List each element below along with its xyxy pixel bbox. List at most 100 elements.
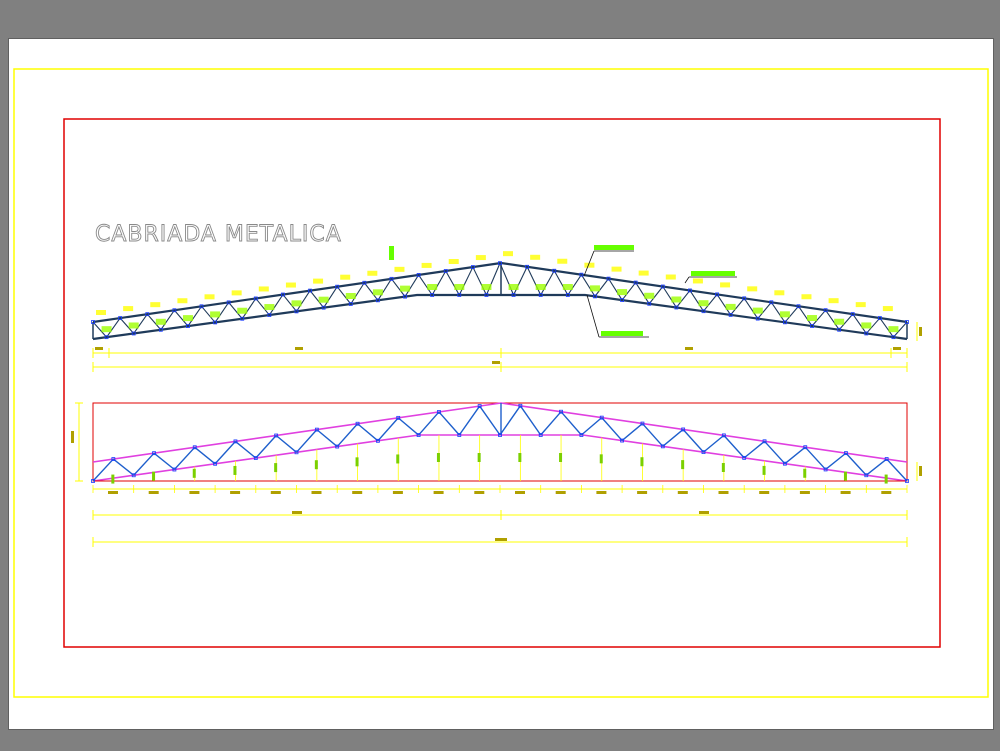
height-value <box>355 457 359 467</box>
yellow-plate-icon <box>340 274 351 280</box>
yellow-plate-icon <box>855 302 866 308</box>
web-diagonal <box>641 423 664 447</box>
web-diagonal <box>357 423 379 442</box>
dimension-value <box>759 491 770 494</box>
weld-annotation <box>861 322 872 329</box>
dimension-value <box>637 491 648 494</box>
yellow-plate-icon <box>665 274 676 280</box>
yellow-plate-icon <box>801 294 812 300</box>
weld-annotation <box>481 284 492 290</box>
weld-annotation <box>345 292 356 299</box>
yellow-plate-icon <box>503 251 513 257</box>
web-diagonal <box>194 446 216 465</box>
weld-annotation <box>101 326 112 333</box>
web-diagonal <box>336 423 359 448</box>
web-diagonal <box>743 440 765 459</box>
dimension-value <box>270 491 281 494</box>
web-diagonal <box>235 440 257 459</box>
dimension-value <box>515 491 525 494</box>
web-diagonal <box>445 270 460 296</box>
weld-annotation <box>210 311 221 318</box>
truss-elevation-view <box>91 245 922 372</box>
drawing-sheet: CABRIADA METALICA <box>8 38 994 730</box>
web-diagonal <box>703 434 725 453</box>
weld-annotation <box>237 307 248 314</box>
weld-annotation <box>644 292 655 299</box>
weld-annotation <box>372 289 383 296</box>
dimension-value <box>311 491 322 494</box>
envelope-outline <box>92 402 908 482</box>
weld-annotation <box>182 315 193 322</box>
web-diagonal <box>540 270 555 296</box>
height-value <box>762 465 766 475</box>
web-diagonal <box>418 411 440 436</box>
height-value <box>518 453 522 462</box>
dimension-value <box>893 347 901 350</box>
yellow-plate-icon <box>123 306 134 312</box>
weld-annotation <box>562 284 573 290</box>
web-diagonal <box>499 405 521 436</box>
yellow-plate-icon <box>421 262 432 268</box>
dimension-value <box>292 511 302 514</box>
web-diagonal <box>540 411 562 436</box>
dimension-value <box>189 491 200 494</box>
height-value <box>314 460 318 470</box>
dimension-value <box>677 491 688 494</box>
web-diagonal <box>153 452 175 471</box>
weld-annotation <box>725 303 736 310</box>
callout-label-chord <box>594 245 634 250</box>
bottom-chord-outline <box>92 434 908 482</box>
outer-frame <box>13 68 989 698</box>
web-diagonal <box>804 446 827 470</box>
top-chord-outline <box>92 402 908 463</box>
web-diagonal <box>560 411 582 436</box>
weld-annotation <box>671 296 682 303</box>
web-diagonal <box>526 266 542 296</box>
height-value <box>559 453 563 462</box>
callout-leader <box>684 276 690 284</box>
dimension-value <box>95 347 103 350</box>
weld-annotation <box>589 285 600 292</box>
weld-annotation <box>508 284 519 290</box>
web-diagonal <box>764 440 786 465</box>
weld-annotation <box>834 318 845 325</box>
weld-annotation <box>318 296 329 303</box>
height-value <box>803 468 807 478</box>
web-diagonal <box>377 417 399 442</box>
dimension-value <box>492 361 500 364</box>
weld-annotation <box>698 300 709 307</box>
yellow-plate-icon <box>231 290 242 296</box>
weld-annotation <box>291 300 302 307</box>
web-diagonal <box>580 417 603 436</box>
yellow-plate-icon <box>394 266 405 272</box>
yellow-plate-icon <box>611 266 622 272</box>
weld-annotation <box>888 326 899 333</box>
weld-annotation <box>264 304 275 311</box>
callout-label-vertical <box>389 246 394 260</box>
yellow-plate-icon <box>285 282 296 288</box>
weld-annotation <box>807 315 818 322</box>
yellow-plate-icon <box>258 286 269 292</box>
yellow-plate-icon <box>692 278 703 284</box>
weld-annotation <box>155 318 166 325</box>
dimension-value <box>799 491 810 494</box>
height-value <box>477 453 481 462</box>
height-value <box>192 468 196 478</box>
yellow-plate-icon <box>882 306 893 312</box>
inner-frame <box>63 118 941 648</box>
height-value <box>599 454 603 464</box>
callout-label-bottom <box>601 331 643 336</box>
web-diagonal <box>316 429 338 448</box>
yellow-plate-icon <box>448 258 459 264</box>
yellow-plate-icon <box>828 298 839 304</box>
yellow-plate-icon <box>177 298 188 304</box>
yellow-plate-icon <box>774 290 785 296</box>
web-diagonal <box>723 434 745 459</box>
web-diagonal <box>431 270 447 296</box>
weld-annotation <box>427 284 438 290</box>
dimension-value <box>230 491 241 494</box>
dimension-value <box>295 347 303 350</box>
yellow-plate-icon <box>313 278 324 284</box>
web-diagonal <box>112 458 135 476</box>
yellow-plate-icon <box>367 270 378 276</box>
